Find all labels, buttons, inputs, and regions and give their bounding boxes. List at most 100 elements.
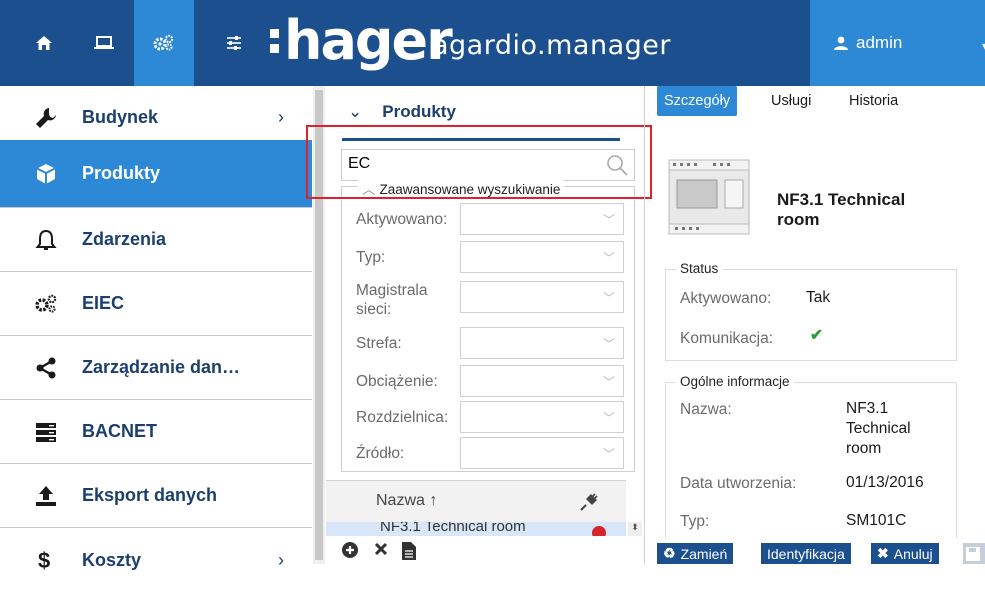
filter-select[interactable]: ﹀ [460, 327, 624, 359]
button-label: Anuluj [893, 545, 933, 562]
type-label: Typ: [680, 513, 710, 530]
name-value: NF3.1 Technical room [846, 400, 911, 457]
sidebar-item-label: Koszty [82, 549, 142, 570]
chevron-down-icon: ﹀ [602, 337, 615, 351]
row-name: NF3.1 Technical room [380, 522, 526, 535]
details-toolbar: ♻ Zamień Identyfikacja ✖ Anuluj [645, 538, 985, 564]
filter-label: Magistrala sieci: [356, 282, 428, 318]
hager-logo: hager [268, 6, 453, 76]
filter-select[interactable]: ﹀ [460, 365, 624, 397]
list-scrollbar[interactable]: ⬍ [628, 522, 642, 536]
device-image [668, 159, 750, 235]
status-error-icon [592, 526, 606, 536]
replace-button[interactable]: ♻ Zamień [657, 543, 734, 564]
document-icon[interactable] [402, 542, 416, 560]
name-label: Nazwa: [680, 401, 732, 418]
chevron-right-icon: › [278, 549, 284, 570]
activated-label: Aktywowano: [680, 290, 772, 307]
sidebar-item-eiec[interactable]: EIEC [0, 272, 312, 336]
filter-label: Źródło: [356, 445, 405, 462]
recycle-icon: ♻ [663, 545, 676, 561]
chevron-down-icon: ⌄ [348, 102, 363, 121]
sidebar-item-produkty[interactable]: Produkty [0, 140, 312, 208]
save-button[interactable] [963, 543, 985, 564]
chevron-down-icon: ﹀ [602, 447, 615, 461]
sidebar: Budynek › Produkty Zdarzenia EIEC Zarząd… [0, 86, 312, 573]
chevron-down-icon: ﹀ [602, 411, 615, 425]
delete-icon[interactable] [374, 542, 388, 556]
button-label: Identyfikacja [767, 545, 845, 562]
sidebar-item-label: BACNET [82, 421, 157, 441]
filter-label: Strefa: [356, 335, 402, 352]
laptop-icon[interactable] [74, 0, 134, 86]
filter-select[interactable]: ﹀ [460, 401, 624, 433]
add-icon[interactable] [342, 542, 358, 558]
created-value: 01/13/2016 [846, 474, 924, 491]
server-icon [36, 423, 56, 442]
tab-historia[interactable]: Historia [849, 86, 898, 116]
plug-icon[interactable] [580, 493, 598, 511]
user-icon [834, 36, 848, 50]
sort-name-column[interactable]: Nazwa ↑ [376, 492, 437, 510]
section-title: Ogólne informacje [676, 374, 794, 389]
sidebar-item-koszty[interactable]: $ Koszty › [0, 528, 312, 592]
cube-icon [36, 164, 56, 184]
gears-icon[interactable] [134, 0, 194, 86]
chevron-down-icon: ﹀ [602, 213, 615, 227]
home-icon[interactable] [14, 0, 74, 86]
sidebar-item-label: Produkty [82, 163, 161, 183]
section-title: Status [676, 261, 723, 276]
filter-select[interactable]: ﹀ [460, 437, 624, 469]
filter-select[interactable]: ﹀ [460, 203, 624, 235]
highlight-box [306, 125, 652, 199]
type-value: SM101C [846, 512, 907, 529]
filter-label: Rozdzielnica: [356, 409, 449, 426]
general-info-section: Ogólne informacje Nazwa: NF3.1 Technical… [665, 374, 957, 552]
chevron-down-icon: ﹀ [602, 291, 615, 305]
advanced-search: ︿ Zaawansowane wyszukiwanie Aktywowano: ﹀… [341, 178, 635, 472]
products-header[interactable]: ⌄ Produkty [348, 102, 456, 122]
table-row[interactable]: NF3.1 Technical room [326, 522, 626, 536]
chevron-down-icon: ﹀ [602, 251, 615, 265]
status-section: Status Aktywowano: Tak Komunikacja: ✔ [665, 261, 957, 361]
sidebar-item-label: EIEC [82, 293, 125, 313]
sidebar-item-label: Eksport danych [82, 485, 218, 505]
communication-label: Komunikacja: [680, 330, 774, 347]
sidebar-item-zdarzenia[interactable]: Zdarzenia [0, 208, 312, 272]
dollar-icon: $ [38, 548, 51, 573]
upload-icon [36, 486, 56, 506]
chevron-right-icon: › [278, 107, 284, 127]
tab-uslugi[interactable]: Usługi [771, 86, 811, 116]
filter-select[interactable]: ﹀ [460, 281, 624, 313]
filter-label: Obciążenie: [356, 373, 438, 390]
check-icon: ✔ [810, 327, 823, 344]
panel-title: Produkty [382, 102, 456, 121]
share-icon [36, 357, 56, 379]
app-name: agardio.manager [432, 30, 671, 61]
top-bar: hager agardio.manager admin ▾ [0, 0, 985, 86]
sidebar-item-zarzadzanie-danymi[interactable]: Zarządzanie dan… [0, 336, 312, 400]
sidebar-item-label: Zarządzanie dan… [82, 357, 241, 377]
button-label: Zamień [680, 545, 728, 562]
user-name: admin [856, 33, 903, 52]
gears-icon [35, 294, 57, 313]
list-toolbar [326, 538, 644, 564]
activated-value: Tak [806, 289, 831, 306]
sidebar-item-label: Budynek [82, 107, 159, 127]
sidebar-item-eksport-danych[interactable]: Eksport danych [0, 464, 312, 528]
save-icon [966, 546, 980, 561]
sliders-icon[interactable] [204, 0, 264, 86]
tab-szczegoly[interactable]: Szczegóły [657, 86, 738, 116]
filter-label: Typ: [356, 249, 386, 266]
list-header: Nazwa ↑ [326, 480, 626, 522]
sidebar-item-bacnet[interactable]: BACNET [0, 400, 312, 464]
bell-icon [35, 229, 57, 250]
user-menu[interactable]: admin ▾ [810, 0, 985, 86]
identify-button[interactable]: Identyfikacja [761, 543, 851, 564]
created-label: Data utworzenia: [680, 475, 797, 492]
filter-label: Aktywowano: [356, 211, 448, 228]
wrench-icon [36, 108, 56, 128]
sidebar-item-label: Zdarzenia [82, 229, 167, 249]
cancel-button[interactable]: ✖ Anuluj [871, 543, 939, 564]
filter-select[interactable]: ﹀ [460, 241, 624, 273]
